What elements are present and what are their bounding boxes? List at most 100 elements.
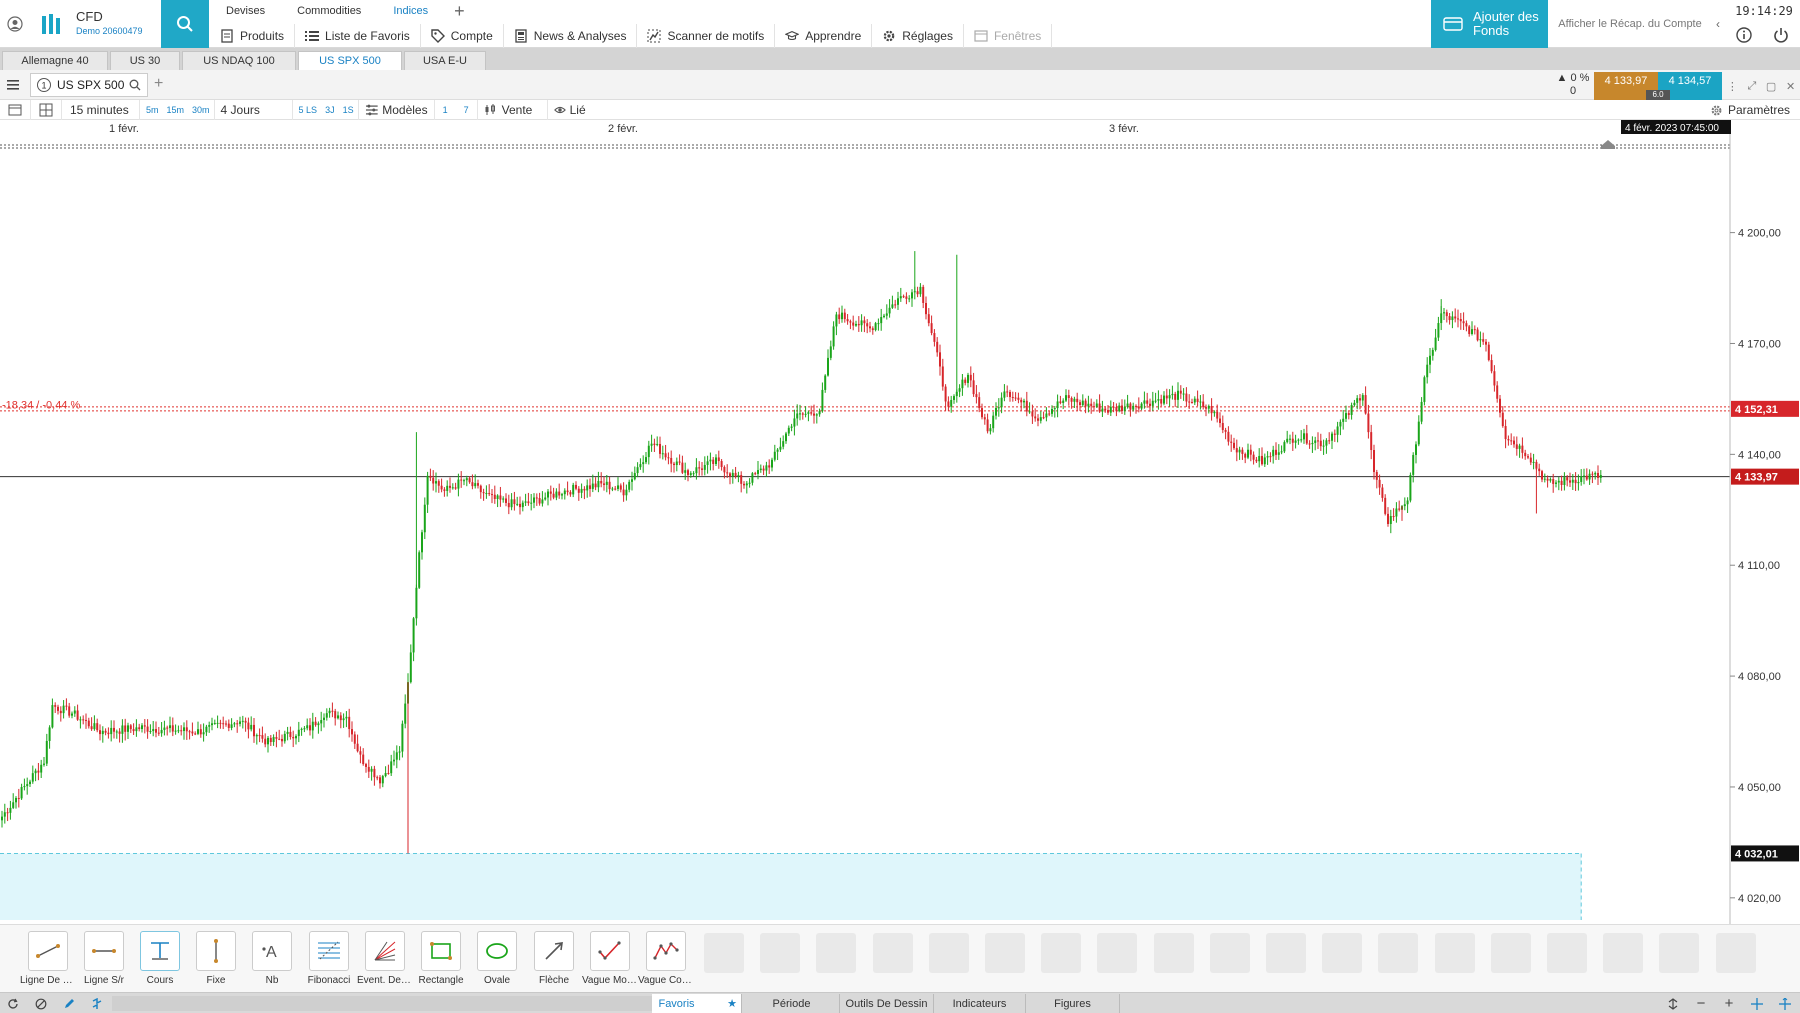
market-tab-indices[interactable]: Indices (377, 0, 444, 22)
menu-apprendre[interactable]: Apprendre (775, 24, 873, 48)
magnet-icon[interactable] (88, 995, 106, 1012)
instrument-tab-us-ndaq-100[interactable]: US NDAQ 100 (182, 51, 296, 70)
user-icon[interactable] (0, 0, 30, 48)
candle (247, 717, 250, 739)
collapse-chevron-icon[interactable]: ‹ (1710, 0, 1726, 48)
status-tab-periode[interactable]: Période (744, 994, 840, 1013)
empty-tool-slot[interactable] (1097, 933, 1138, 973)
tool-corrective-wave[interactable]: Vague Corrective (638, 931, 694, 986)
side-select[interactable]: Vente (478, 99, 548, 120)
menu-scanner[interactable]: Scanner de motifs (637, 24, 776, 48)
info-icon[interactable] (1735, 26, 1755, 46)
zoom-out-icon[interactable]: − (1692, 995, 1710, 1012)
candle (835, 311, 838, 336)
empty-tool-slot[interactable] (816, 933, 857, 973)
pencil-icon[interactable] (60, 995, 78, 1012)
empty-tool-slot[interactable] (1659, 933, 1700, 973)
settings-button[interactable]: Paramètres (1710, 100, 1790, 120)
crosshair-icon[interactable] (1748, 995, 1766, 1012)
menu-compte[interactable]: Compte (421, 24, 504, 48)
tool-impulse-wave[interactable]: Vague Motrice (582, 931, 638, 986)
close-icon[interactable]: ✕ (1786, 80, 1795, 93)
status-tab-indicateurs[interactable]: Indicateurs (934, 994, 1026, 1013)
instrument-tab-usa-eu[interactable]: USA E-U (404, 51, 486, 70)
candle (981, 403, 983, 420)
cancel-icon[interactable] (32, 995, 50, 1012)
empty-tool-slot[interactable] (1490, 933, 1531, 973)
empty-tool-slot[interactable] (1547, 933, 1587, 973)
account-summary-link[interactable]: Afficher le Récap. du Compte (1550, 0, 1710, 48)
grid-layout-icon[interactable] (31, 99, 62, 120)
instrument-tab-allemagne-40[interactable]: Allemagne 40 (2, 51, 108, 70)
add-market-tab-button[interactable]: + (444, 0, 475, 22)
empty-tool-slot[interactable] (928, 933, 969, 973)
range-select[interactable]: 4 Jours (215, 99, 293, 120)
maximize-icon[interactable]: ▢ (1766, 80, 1776, 93)
search-button[interactable] (161, 0, 209, 48)
tool-text[interactable]: A Nb (244, 931, 300, 986)
menu-liste-favoris[interactable]: Liste de Favoris (295, 24, 421, 48)
tool-trend-line[interactable]: Ligne De Tendance (20, 931, 76, 986)
timeframe-5m[interactable]: 5m (140, 100, 163, 120)
tool-fibonacci[interactable]: Fibonacci (301, 931, 357, 986)
range-3j[interactable]: 3J (321, 100, 339, 120)
empty-tool-slot[interactable] (1378, 933, 1419, 973)
tool-sr-line[interactable]: Ligne S/r (76, 931, 132, 986)
timeframe-select[interactable]: 15 minutes (62, 99, 140, 120)
tool-vertical-line[interactable]: Fixe (188, 931, 244, 986)
empty-tool-slot[interactable] (1209, 933, 1250, 973)
empty-tool-slot[interactable] (1603, 933, 1644, 973)
empty-tool-slot[interactable] (704, 933, 744, 973)
refresh-icon[interactable] (4, 995, 22, 1012)
popout-icon[interactable]: ⤢ (1747, 80, 1756, 93)
empty-tool-slot[interactable] (1153, 933, 1194, 973)
tool-ellipse[interactable]: Ovale (469, 931, 525, 986)
instrument-tab-us-spx-500[interactable]: US SPX 500 (298, 51, 402, 70)
add-funds-button[interactable]: Ajouter des Fonds (1431, 0, 1548, 48)
menu-news[interactable]: News & Analyses (504, 24, 638, 48)
market-tab-commodities[interactable]: Commodities (281, 0, 377, 22)
range-1s[interactable]: 1S (339, 99, 359, 120)
empty-tool-slot[interactable] (1715, 933, 1756, 973)
candle (1025, 391, 1028, 417)
layout-toggle-icon[interactable] (0, 99, 31, 120)
models-button[interactable]: Modèles (359, 99, 435, 120)
status-tab-favoris[interactable]: Favoris ★ (652, 994, 742, 1013)
menu-produits[interactable]: Produits (210, 24, 296, 48)
model-7[interactable]: 7 (456, 99, 478, 120)
status-tab-figures[interactable]: Figures (1026, 994, 1120, 1013)
timeframe-15m[interactable]: 15m (163, 100, 189, 120)
empty-tool-slot[interactable] (1041, 933, 1082, 973)
empty-tool-slot[interactable] (872, 933, 913, 973)
empty-tool-slot[interactable] (1266, 933, 1306, 973)
power-icon[interactable] (1772, 26, 1792, 46)
instrument-tab-us-30[interactable]: US 30 (110, 51, 180, 70)
scale-icon[interactable] (1776, 995, 1794, 1012)
market-tab-devises[interactable]: Devises (210, 0, 281, 22)
linked-toggle[interactable]: Lié (548, 100, 592, 120)
range-5ls[interactable]: 5 LS (293, 100, 322, 120)
menu-reglages[interactable]: Réglages (872, 24, 964, 48)
empty-tool-slot[interactable] (760, 933, 801, 973)
tool-gann-fan[interactable]: Évent. De Gann (357, 931, 413, 986)
price-chart[interactable]: -18,34 / -0,44 % 4 020,00 4 050,00 4 080,0… (0, 120, 1800, 924)
tool-arrow[interactable]: Flèche (526, 931, 582, 986)
tool-price-line[interactable]: Cours (132, 931, 188, 986)
empty-tool-slot[interactable] (1434, 933, 1475, 973)
chart-tab[interactable]: 1 US SPX 500 (30, 73, 148, 97)
menu-fenetres[interactable]: Fenêtres (964, 24, 1053, 48)
zoom-in-icon[interactable]: + (1720, 995, 1738, 1012)
add-chart-tab-button[interactable]: + (154, 75, 163, 93)
drag-handle-icon[interactable]: ⋮ (1727, 80, 1738, 93)
search-icon[interactable] (129, 79, 141, 91)
timeframe-30m[interactable]: 30m (188, 99, 215, 120)
model-1[interactable]: 1 (435, 100, 456, 120)
tool-rectangle[interactable]: Rectangle (413, 931, 469, 986)
fit-chart-icon[interactable] (1664, 995, 1682, 1012)
status-tab-outils[interactable]: Outils De Dessin (840, 994, 934, 1013)
empty-tool-slot[interactable] (1322, 933, 1363, 973)
empty-tool-slot[interactable] (985, 933, 1025, 973)
chart-canvas[interactable]: -18,34 / -0,44 % 4 020,00 4 050,00 4 080,0… (0, 120, 1800, 924)
hamburger-menu-icon[interactable] (6, 78, 20, 92)
scroll-track[interactable] (112, 996, 652, 1011)
